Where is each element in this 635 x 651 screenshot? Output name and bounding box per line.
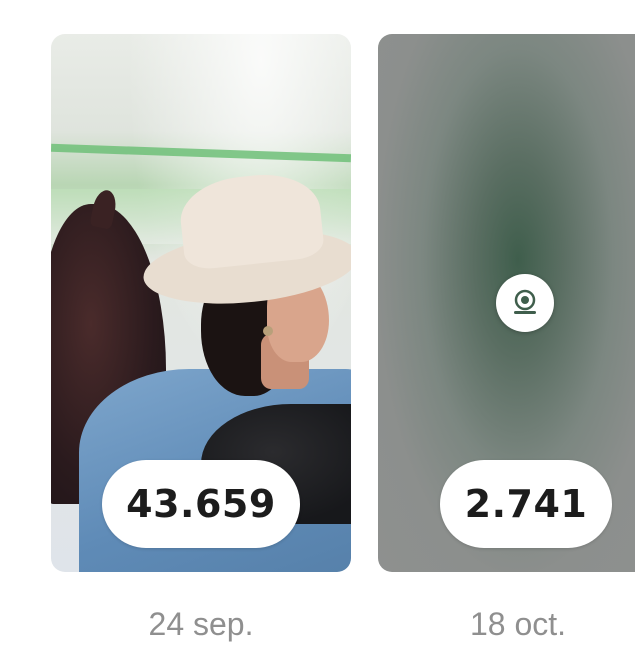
views-count-pill: 2.741 <box>440 460 612 548</box>
reel-date-2: 18 oct. <box>470 606 567 642</box>
reels-grid: 43.659 2.741 24 sep. 18 oct. <box>0 0 635 651</box>
brand-logo-icon <box>496 274 554 332</box>
reel-card-2[interactable]: 2.741 <box>378 34 635 572</box>
reel-date-1: 24 sep. <box>148 606 254 642</box>
reel-card-1[interactable]: 43.659 <box>51 34 351 572</box>
views-count: 43.659 <box>126 482 276 526</box>
views-count: 2.741 <box>464 482 588 526</box>
views-count-pill: 43.659 <box>102 460 300 548</box>
